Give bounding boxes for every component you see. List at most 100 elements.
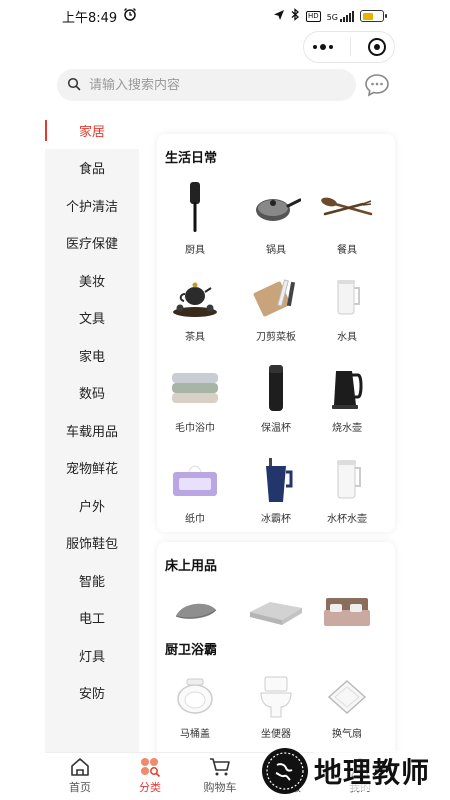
category-icon xyxy=(141,758,161,777)
product-label: 保温杯 xyxy=(261,423,291,434)
product-category-item[interactable] xyxy=(238,592,314,638)
cutting-board-icon xyxy=(253,279,296,317)
product-category-item[interactable]: 马桶盖 xyxy=(157,675,233,740)
product-category-item[interactable]: 厨具 xyxy=(157,180,233,256)
status-time: 上午8:49 xyxy=(62,10,118,26)
hd-icon: HD xyxy=(306,10,321,22)
product-category-item[interactable]: 冰霸杯 xyxy=(238,454,314,525)
sidebar-item-apparel[interactable]: 服饰鞋包 xyxy=(45,524,139,561)
sidebar-item-personal-care[interactable]: 个护清洁 xyxy=(45,187,139,224)
sidebar-item-stationery[interactable]: 文具 xyxy=(45,299,139,336)
search-input[interactable] xyxy=(89,77,329,93)
product-label: 刀剪菜板 xyxy=(256,332,296,343)
sidebar-item-healthcare[interactable]: 医疗保健 xyxy=(45,224,139,261)
search-bar[interactable] xyxy=(57,69,356,101)
watermark: 地理教师 xyxy=(262,748,431,794)
more-icon[interactable] xyxy=(312,44,333,50)
pillow-icon xyxy=(175,603,217,619)
sidebar-item-car[interactable]: 车载用品 xyxy=(45,412,139,449)
tumbler-icon xyxy=(266,458,293,502)
product-category-item[interactable]: 水具 xyxy=(309,272,385,343)
electric-kettle-icon xyxy=(332,371,363,409)
sidebar-item-beauty[interactable]: 美妆 xyxy=(45,262,139,299)
pan-icon xyxy=(256,198,301,221)
thermos-icon xyxy=(269,365,283,411)
tab-category[interactable]: 分类 xyxy=(115,753,185,800)
vent-fan-icon xyxy=(327,679,367,715)
battery-icon xyxy=(360,10,387,22)
bed-icon xyxy=(324,598,370,626)
product-label: 烧水壶 xyxy=(332,423,362,434)
sidebar-item-lighting[interactable]: 灯具 xyxy=(45,637,139,674)
status-bar: 上午8:49 HD 5G xyxy=(0,0,450,32)
sidebar-item-label: 数码 xyxy=(78,387,105,402)
product-label: 餐具 xyxy=(337,245,357,256)
product-label: 换气扇 xyxy=(332,729,362,740)
product-label: 厨具 xyxy=(185,245,205,256)
product-category-item[interactable]: 纸巾 xyxy=(157,454,233,525)
sidebar-item-label: 个护清洁 xyxy=(65,200,118,215)
tissue-icon xyxy=(173,465,217,496)
product-category-item[interactable]: 餐具 xyxy=(309,180,385,256)
toilet-icon xyxy=(260,676,292,718)
product-label: 纸巾 xyxy=(185,514,205,525)
product-category-item[interactable]: 换气扇 xyxy=(309,675,385,740)
sidebar-item-label: 食品 xyxy=(78,162,105,177)
toilet-seat-icon xyxy=(177,678,213,714)
product-category-item[interactable] xyxy=(157,592,233,638)
sidebar-item-smart[interactable]: 智能 xyxy=(45,562,139,599)
cutlery-icon xyxy=(321,197,373,216)
product-label: 马桶盖 xyxy=(180,729,210,740)
sidebar-item-label: 安防 xyxy=(78,687,105,702)
section-title: 床上用品 xyxy=(165,559,218,574)
product-label: 水杯水壶 xyxy=(327,514,367,525)
product-category-item[interactable]: 烧水壶 xyxy=(309,363,385,434)
sidebar-item-electrical[interactable]: 电工 xyxy=(45,599,139,636)
message-icon[interactable] xyxy=(364,73,390,97)
sidebar-item-security[interactable]: 安防 xyxy=(45,674,139,711)
home-icon xyxy=(71,758,89,776)
product-category-item[interactable]: 刀剪菜板 xyxy=(238,272,314,343)
product-category-item[interactable]: 锅具 xyxy=(238,180,314,256)
product-category-item[interactable]: 水杯水壶 xyxy=(309,454,385,525)
mattress-icon xyxy=(250,602,302,625)
tab-home[interactable]: 首页 xyxy=(45,753,115,800)
sidebar-item-food[interactable]: 食品 xyxy=(45,149,139,186)
section-card-bedding: 床上用品 厨卫浴霸 马桶盖 坐便器 换气扇 xyxy=(157,542,395,762)
sidebar-item-label: 家居 xyxy=(78,125,105,140)
category-sidebar: 家居 食品 个护清洁 医疗保健 美妆 文具 家电 数码 车载用品 宠物鲜花 户外… xyxy=(45,112,139,752)
sidebar-item-label: 服饰鞋包 xyxy=(65,537,118,552)
sidebar-item-label: 车载用品 xyxy=(65,425,118,440)
sidebar-item-home[interactable]: 家居 xyxy=(45,112,139,149)
signal-icon: 5G xyxy=(327,10,354,22)
tab-label: 分类 xyxy=(139,781,161,794)
sidebar-item-label: 户外 xyxy=(78,500,105,515)
sidebar-item-outdoor[interactable]: 户外 xyxy=(45,487,139,524)
product-category-item[interactable] xyxy=(309,592,385,638)
sidebar-item-label: 美妆 xyxy=(78,275,105,290)
alarm-icon xyxy=(123,7,137,25)
teaset-icon xyxy=(173,282,217,317)
section-title: 生活日常 xyxy=(165,151,218,166)
sidebar-item-pets-flowers[interactable]: 宠物鲜花 xyxy=(45,449,139,486)
product-label: 水具 xyxy=(337,332,357,343)
cart-icon xyxy=(210,758,230,776)
product-category-item[interactable]: 保温杯 xyxy=(238,363,314,434)
sidebar-item-digital[interactable]: 数码 xyxy=(45,374,139,411)
location-icon xyxy=(273,9,285,24)
spatula-icon xyxy=(190,182,200,232)
product-category-item[interactable]: 茶具 xyxy=(157,272,233,343)
sidebar-item-label: 宠物鲜花 xyxy=(65,462,118,477)
product-category-item[interactable]: 坐便器 xyxy=(238,675,314,740)
product-label: 茶具 xyxy=(185,332,205,343)
tab-cart[interactable]: 购物车 xyxy=(185,753,255,800)
product-label: 毛巾浴巾 xyxy=(175,423,215,434)
sidebar-item-appliances[interactable]: 家电 xyxy=(45,337,139,374)
product-category-item[interactable]: 毛巾浴巾 xyxy=(157,363,233,434)
sidebar-item-label: 电工 xyxy=(78,612,105,627)
product-label: 坐便器 xyxy=(261,729,291,740)
sidebar-item-label: 医疗保健 xyxy=(65,237,118,252)
section-title: 厨卫浴霸 xyxy=(165,643,218,658)
close-target-icon[interactable] xyxy=(367,38,386,56)
sidebar-item-label: 文具 xyxy=(78,312,105,327)
